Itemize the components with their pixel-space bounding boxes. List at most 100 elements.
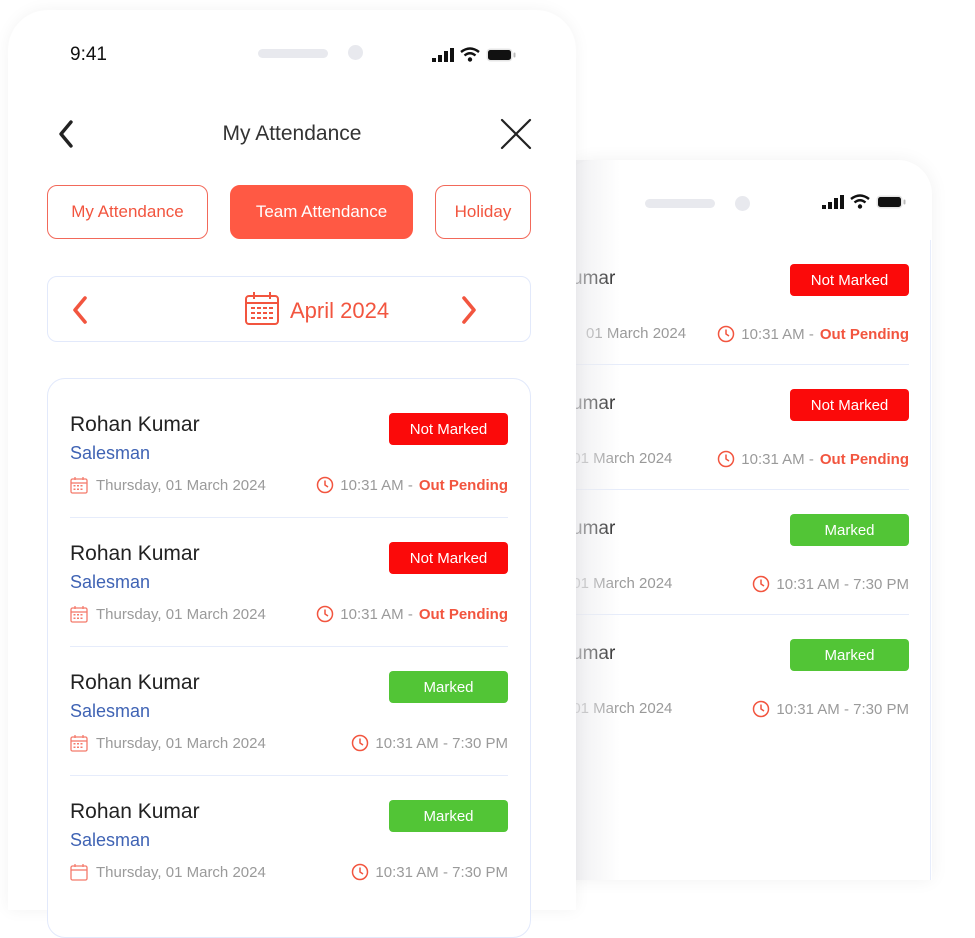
attendance-time: 10:31 AM - 7:30 PM xyxy=(351,863,508,881)
clock-icon xyxy=(352,734,369,752)
calendar-icon xyxy=(70,864,88,881)
calendar-icon xyxy=(245,292,279,325)
employee-name: Rohan Kumar xyxy=(70,542,200,565)
employee-name: umar xyxy=(572,518,616,539)
camera-dot xyxy=(735,196,750,211)
date-text: Thursday, 01 March 2024 xyxy=(96,605,266,623)
speaker-pill xyxy=(258,49,328,58)
battery-icon xyxy=(876,195,906,208)
employee-role: Salesman xyxy=(70,443,151,463)
time-out-status: Out Pending xyxy=(819,450,909,468)
attendance-date: 01 March 2024 xyxy=(586,325,687,342)
system-icons xyxy=(432,47,516,62)
clock-icon xyxy=(317,476,334,494)
employee-role: Salesman xyxy=(70,572,151,592)
status-badge: Not Marked xyxy=(389,542,508,574)
month-selector: April 2024 xyxy=(47,276,531,342)
time-range: 10:31 AM - 7:30 PM xyxy=(375,734,508,752)
tab-team-attendance[interactable]: Team Attendance xyxy=(230,185,413,239)
page-title: My Attendance xyxy=(222,122,362,145)
month-text: April 2024 xyxy=(290,298,390,323)
attendance-date: Thursday, 01 March 2024 xyxy=(70,605,266,623)
attendance-time: 10:31 AM - Out Pending xyxy=(717,325,909,343)
background-phone-mockup: umar Not Marked 01 March 2024 10:31 AM -… xyxy=(560,160,932,880)
signal-icon xyxy=(432,47,454,62)
list-item[interactable]: Rohan Kumar Salesman Not Marked Thursday… xyxy=(70,518,508,647)
list-item[interactable]: umar Marked , 01 March 2024 10:31 AM - 7… xyxy=(560,490,909,615)
attendance-time: 10:31 AM - 7:30 PM xyxy=(752,700,909,718)
chevron-left-icon xyxy=(73,296,87,324)
camera-dot xyxy=(348,45,363,60)
list-item[interactable]: Rohan Kumar Salesman Not Marked Thursday… xyxy=(70,389,508,518)
list-item[interactable]: Rohan Kumar Salesman Marked Thursday, 01… xyxy=(70,776,508,904)
signal-icon xyxy=(822,194,844,209)
attendance-time: 10:31 AM - 7:30 PM xyxy=(351,734,508,752)
employee-name: Rohan Kumar xyxy=(70,800,200,823)
employee-role: Salesman xyxy=(70,701,151,721)
close-icon xyxy=(500,118,532,150)
speaker-pill xyxy=(645,199,715,208)
tab-my-attendance[interactable]: My Attendance xyxy=(47,185,208,239)
clock-icon xyxy=(718,450,735,468)
attendance-date: , 01 March 2024 xyxy=(564,700,673,717)
employee-name: Rohan Kumar xyxy=(70,671,200,694)
phone-mockup: 9:41 My Attendance My Attendance Team At… xyxy=(8,10,576,938)
attendance-time: 10:31 AM - 7:30 PM xyxy=(752,575,909,593)
time-range: 10:31 AM - 7:30 PM xyxy=(776,700,909,718)
wifi-icon xyxy=(460,47,480,62)
date-text: Thursday, 01 March 2024 xyxy=(96,734,266,752)
attendance-time: 10:31 AM - Out Pending xyxy=(316,605,508,623)
battery-icon xyxy=(486,48,516,61)
status-badge: Not Marked xyxy=(790,389,909,421)
employee-role: Salesman xyxy=(70,830,151,850)
attendance-date: Thursday, 01 March 2024 xyxy=(70,734,266,752)
list-item[interactable]: umar Not Marked , 01 March 2024 10:31 AM… xyxy=(560,365,909,490)
month-label[interactable]: April 2024 xyxy=(244,292,390,326)
clock-icon xyxy=(718,325,735,343)
next-month-button[interactable] xyxy=(453,293,483,327)
status-badge: Not Marked xyxy=(790,264,909,296)
status-badge: Marked xyxy=(389,800,508,832)
time-in: 10:31 AM - xyxy=(741,325,814,343)
previous-month-button[interactable] xyxy=(66,293,96,327)
calendar-icon xyxy=(70,735,88,752)
background-attendance-list: umar Not Marked 01 March 2024 10:31 AM -… xyxy=(560,240,931,880)
list-item[interactable]: Rohan Kumar Salesman Marked Thursday, 01… xyxy=(70,647,508,776)
system-icons xyxy=(822,194,906,209)
list-item[interactable]: umar Not Marked 01 March 2024 10:31 AM -… xyxy=(560,240,909,365)
clock-icon xyxy=(352,863,369,881)
attendance-date: , 01 March 2024 xyxy=(564,575,673,592)
close-button[interactable] xyxy=(498,116,534,152)
clock-icon xyxy=(317,605,334,623)
attendance-time: 10:31 AM - Out Pending xyxy=(316,476,508,494)
calendar-icon xyxy=(70,606,88,623)
attendance-date: , 01 March 2024 xyxy=(564,450,673,467)
chevron-right-icon xyxy=(462,296,476,324)
attendance-date: Thursday, 01 March 2024 xyxy=(70,476,266,494)
time-range: 10:31 AM - 7:30 PM xyxy=(776,575,909,593)
clock-icon xyxy=(753,700,770,718)
status-badge: Marked xyxy=(389,671,508,703)
time-out-status: Out Pending xyxy=(819,325,909,343)
time-in: 10:31 AM - xyxy=(741,450,814,468)
employee-name: Rohan Kumar xyxy=(70,413,200,436)
attendance-date: Thursday, 01 March 2024 xyxy=(70,863,266,881)
time-out-status: Out Pending xyxy=(418,476,508,494)
clock-icon xyxy=(753,575,770,593)
status-time: 9:41 xyxy=(70,44,107,65)
list-item[interactable]: umar Marked , 01 March 2024 10:31 AM - 7… xyxy=(560,615,909,739)
wifi-icon xyxy=(850,194,870,209)
time-in: 10:31 AM - xyxy=(340,476,413,494)
time-in: 10:31 AM - xyxy=(340,605,413,623)
time-out-status: Out Pending xyxy=(418,605,508,623)
status-badge: Marked xyxy=(790,514,909,546)
tab-holiday[interactable]: Holiday xyxy=(435,185,531,239)
employee-name: umar xyxy=(572,268,616,289)
attendance-time: 10:31 AM - Out Pending xyxy=(717,450,909,468)
employee-name: umar xyxy=(572,643,616,664)
employee-name: umar xyxy=(572,393,616,414)
calendar-icon xyxy=(70,477,88,494)
status-badge: Marked xyxy=(790,639,909,671)
status-badge: Not Marked xyxy=(389,413,508,445)
time-range: 10:31 AM - 7:30 PM xyxy=(375,863,508,881)
